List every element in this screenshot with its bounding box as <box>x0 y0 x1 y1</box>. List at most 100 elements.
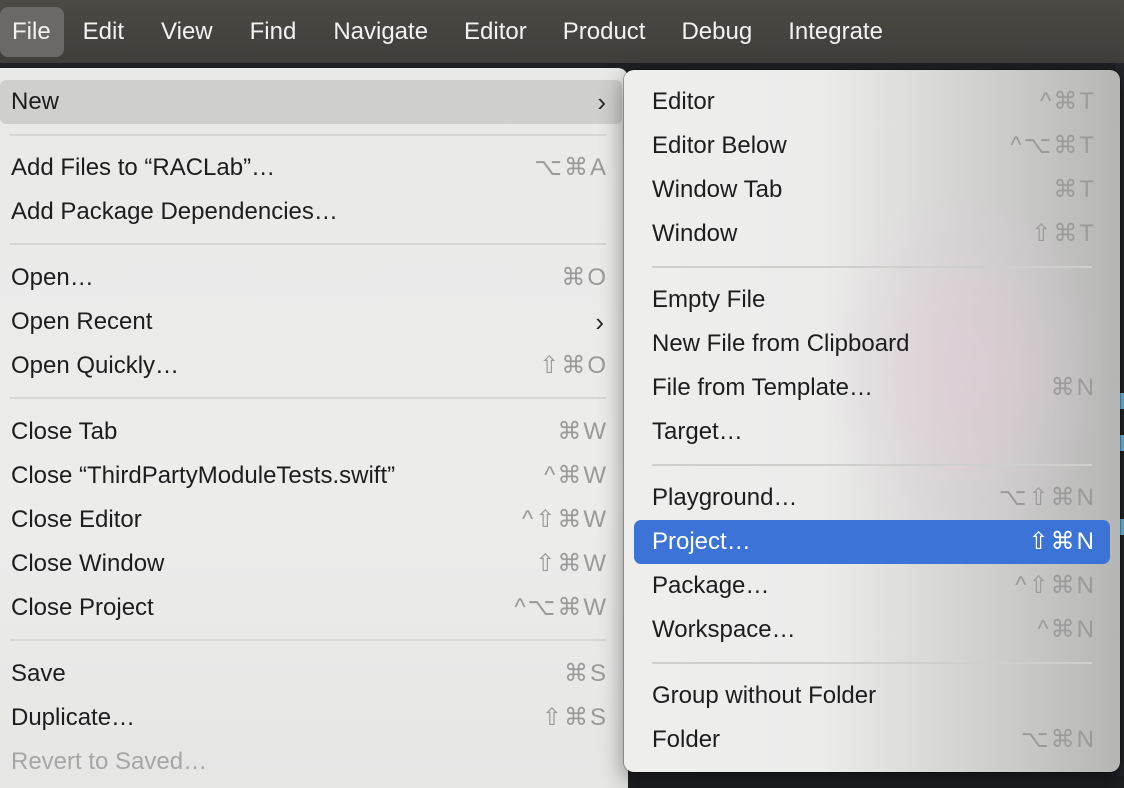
menu-item-label: Open… <box>11 264 94 291</box>
menu-item-shortcut: ⌥⌘N <box>1021 726 1096 753</box>
menu-item-shortcut: ⇧⌘S <box>541 704 608 731</box>
menu-item-label: Editor Below <box>652 132 787 159</box>
submenu-item-window[interactable]: Window ⇧⌘T <box>634 212 1110 256</box>
menu-product[interactable]: Product <box>546 7 660 57</box>
menu-item-label: File from Template… <box>652 374 873 401</box>
submenu-item-folder[interactable]: Folder ⌥⌘N <box>634 718 1110 762</box>
file-menu-item-close-editor[interactable]: Close Editor ^⇧⌘W <box>0 498 620 542</box>
menu-separator <box>652 266 1092 268</box>
chevron-right-icon: › <box>595 307 604 337</box>
menu-item-label: Close Project <box>11 594 154 621</box>
menu-item-shortcut: ⇧⌘W <box>535 550 608 577</box>
file-menu-item-add-files[interactable]: Add Files to “RACLab”… ⌥⌘A <box>0 146 620 190</box>
menu-separator <box>652 662 1092 664</box>
menu-item-shortcut: ⌥⇧⌘N <box>998 484 1096 511</box>
menu-item-label: Workspace… <box>652 616 796 643</box>
file-menu-item-close-file[interactable]: Close “ThirdPartyModuleTests.swift” ^⌘W <box>0 454 620 498</box>
file-menu-item-duplicate[interactable]: Duplicate… ⇧⌘S <box>0 696 620 740</box>
menu-item-label: Revert to Saved… <box>11 748 208 775</box>
menu-item-label: Duplicate… <box>11 704 136 731</box>
menu-item-shortcut: ^⇧⌘N <box>1015 572 1096 599</box>
file-menu-item-open-quickly[interactable]: Open Quickly… ⇧⌘O <box>0 344 620 388</box>
file-menu-item-open-recent[interactable]: Open Recent › <box>0 300 620 344</box>
menu-integrate[interactable]: Integrate <box>771 7 897 57</box>
menu-item-label: Add Files to “RACLab”… <box>11 154 276 181</box>
editor-marker <box>1120 519 1124 535</box>
menu-item-label: Open Quickly… <box>11 352 180 379</box>
submenu-item-new-file-from-clipboard[interactable]: New File from Clipboard <box>634 322 1110 366</box>
menu-separator <box>10 639 606 641</box>
submenu-item-window-tab[interactable]: Window Tab ⌘T <box>634 168 1110 212</box>
menu-item-label: Save <box>11 660 66 687</box>
menu-item-label: Empty File <box>652 286 766 313</box>
menu-item-label: Open Recent <box>11 308 153 335</box>
menu-item-shortcut: ^⌘T <box>1040 88 1096 115</box>
menu-item-shortcut: ^⇧⌘W <box>521 506 608 533</box>
menu-item-shortcut: ^⌥⌘W <box>514 594 608 621</box>
file-menu-item-revert-to-saved: Revert to Saved… <box>0 740 620 784</box>
file-menu-item-open[interactable]: Open… ⌘O <box>0 256 620 300</box>
menu-separator <box>10 397 606 399</box>
menu-item-label: Window <box>652 220 738 247</box>
menu-item-label: Project… <box>652 528 751 555</box>
menu-item-label: New File from Clipboard <box>652 330 910 357</box>
submenu-item-group-without-folder[interactable]: Group without Folder <box>634 674 1110 718</box>
menu-item-shortcut: ⌘W <box>557 418 608 445</box>
submenu-item-editor-below[interactable]: Editor Below ^⌥⌘T <box>634 124 1110 168</box>
menu-separator <box>10 134 606 136</box>
file-menu-item-add-package-dependencies[interactable]: Add Package Dependencies… <box>0 190 620 234</box>
file-menu-item-save[interactable]: Save ⌘S <box>0 652 620 696</box>
file-menu-item-close-tab[interactable]: Close Tab ⌘W <box>0 410 620 454</box>
menu-item-shortcut: ⌘O <box>561 264 608 291</box>
submenu-item-file-from-template[interactable]: File from Template… ⌘N <box>634 366 1110 410</box>
menu-item-shortcut: ⌘N <box>1050 374 1096 401</box>
submenu-item-playground[interactable]: Playground… ⌥⇧⌘N <box>634 476 1110 520</box>
menu-item-label: Close Editor <box>11 506 142 533</box>
menu-item-label: New <box>11 88 60 115</box>
submenu-item-target[interactable]: Target… <box>634 410 1110 454</box>
menu-item-shortcut: ^⌥⌘T <box>1010 132 1096 159</box>
menu-view[interactable]: View <box>143 7 227 57</box>
menu-item-label: Package… <box>652 572 770 599</box>
menu-item-shortcut: ⇧⌘O <box>539 352 608 379</box>
menu-item-shortcut: ^⌘N <box>1037 616 1096 643</box>
menu-item-label: Close Window <box>11 550 165 577</box>
editor-marker <box>1120 393 1124 409</box>
menu-item-shortcut: ⇧⌘N <box>1028 528 1096 555</box>
new-submenu: Editor ^⌘T Editor Below ^⌥⌘T Window Tab … <box>624 70 1120 772</box>
menu-item-shortcut: ⌥⌘A <box>534 154 608 181</box>
menu-file[interactable]: File <box>0 6 64 57</box>
chevron-right-icon: › <box>597 87 606 117</box>
menu-debug[interactable]: Debug <box>664 7 766 57</box>
menu-item-label: Folder <box>652 726 721 753</box>
menu-item-label: Group without Folder <box>652 682 877 709</box>
file-menu-item-close-project[interactable]: Close Project ^⌥⌘W <box>0 586 620 630</box>
menu-item-label: Editor <box>652 88 715 115</box>
submenu-item-package[interactable]: Package… ^⇧⌘N <box>634 564 1110 608</box>
menu-item-shortcut: ^⌘W <box>544 462 608 489</box>
menu-separator <box>10 243 606 245</box>
menu-item-label: Close “ThirdPartyModuleTests.swift” <box>11 462 396 489</box>
menu-edit[interactable]: Edit <box>69 7 138 57</box>
menu-item-shortcut: ⌘S <box>563 660 608 687</box>
menu-item-shortcut: ⇧⌘T <box>1031 220 1096 247</box>
menu-item-label: Add Package Dependencies… <box>11 198 338 225</box>
menu-separator <box>652 464 1092 466</box>
menu-item-shortcut: ⌘T <box>1053 176 1096 203</box>
menu-bar: File Edit View Find Navigate Editor Prod… <box>0 0 1124 63</box>
menu-navigate[interactable]: Navigate <box>315 7 442 57</box>
editor-marker <box>1120 435 1124 451</box>
menu-find[interactable]: Find <box>232 7 311 57</box>
submenu-item-project[interactable]: Project… ⇧⌘N <box>634 520 1110 564</box>
file-menu-item-new[interactable]: New › <box>0 80 622 124</box>
menu-editor[interactable]: Editor <box>447 7 541 57</box>
menu-item-label: Playground… <box>652 484 798 511</box>
submenu-item-editor[interactable]: Editor ^⌘T <box>634 80 1110 124</box>
file-menu-item-close-window[interactable]: Close Window ⇧⌘W <box>0 542 620 586</box>
file-menu: New › Add Files to “RACLab”… ⌥⌘A Add Pac… <box>0 68 628 788</box>
menu-item-label: Window Tab <box>652 176 783 203</box>
submenu-item-workspace[interactable]: Workspace… ^⌘N <box>634 608 1110 652</box>
menu-item-label: Target… <box>652 418 743 445</box>
menu-item-label: Close Tab <box>11 418 118 445</box>
submenu-item-empty-file[interactable]: Empty File <box>634 278 1110 322</box>
